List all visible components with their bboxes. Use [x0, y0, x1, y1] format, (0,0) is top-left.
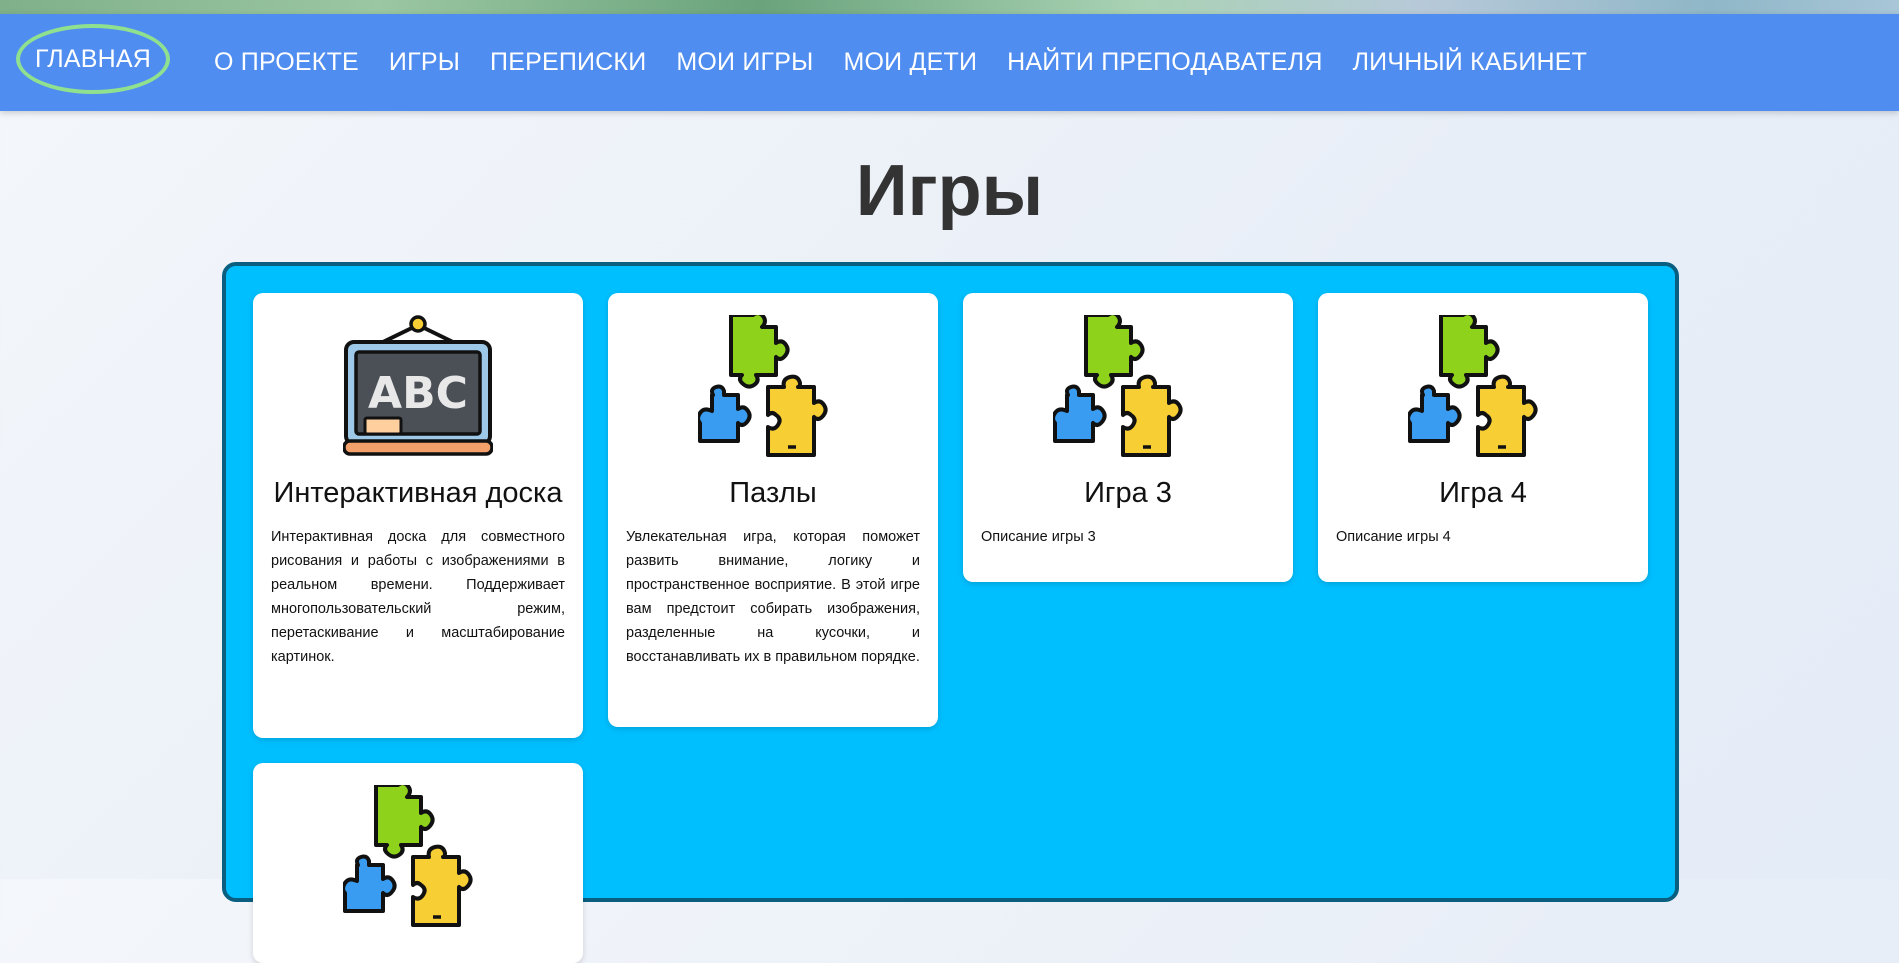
- games-grid: ABC Интерактивная доска Интерактивная до…: [222, 262, 1679, 963]
- game-card-5[interactable]: [253, 763, 583, 963]
- game-card-description: Интерактивная доска для совместного рисо…: [271, 529, 565, 665]
- nav-messages-link[interactable]: ПЕРЕПИСКИ: [490, 48, 646, 77]
- game-card-title: Интерактивная доска: [273, 477, 563, 509]
- puzzle-pieces-icon: [698, 315, 828, 457]
- nav-my-games-link[interactable]: МОИ ИГРЫ: [676, 48, 813, 77]
- main-navbar: ГЛАВНАЯ О ПРОЕКТЕ ИГРЫ ПЕРЕПИСКИ МОИ ИГР…: [0, 14, 1899, 111]
- nav-my-children-link[interactable]: МОИ ДЕТИ: [843, 48, 977, 77]
- puzzle-pieces-icon: [343, 785, 473, 927]
- puzzle-pieces-icon: [1408, 315, 1538, 457]
- page-title: Игры: [855, 151, 1044, 231]
- header-background-strip: [0, 0, 1899, 14]
- nav-about-link[interactable]: О ПРОЕКТЕ: [214, 48, 359, 77]
- game-card-4[interactable]: Игра 4 Описание игры 4: [1318, 293, 1648, 582]
- nav-home-link[interactable]: ГЛАВНАЯ: [16, 24, 170, 94]
- puzzle-pieces-icon: [1053, 315, 1183, 457]
- game-card-title: Игра 4: [1439, 477, 1527, 509]
- chalkboard-abc-icon: ABC: [343, 315, 493, 456]
- game-card-interactive-board[interactable]: ABC Интерактивная доска Интерактивная до…: [253, 293, 583, 738]
- game-card-title: Пазлы: [729, 477, 817, 509]
- game-card-puzzles[interactable]: Пазлы Увлекательная игра, которая поможе…: [608, 293, 938, 727]
- game-card-description: Описание игры 3: [981, 529, 1096, 545]
- game-card-description: Увлекательная игра, которая поможет разв…: [626, 529, 920, 665]
- nav-links: О ПРОЕКТЕ ИГРЫ ПЕРЕПИСКИ МОИ ИГРЫ МОИ ДЕ…: [214, 14, 1587, 111]
- game-card-description: Описание игры 4: [1336, 529, 1451, 545]
- game-card-3[interactable]: Игра 3 Описание игры 3: [963, 293, 1293, 582]
- nav-games-link[interactable]: ИГРЫ: [389, 48, 460, 77]
- nav-account-link[interactable]: ЛИЧНЫЙ КАБИНЕТ: [1353, 48, 1588, 77]
- game-card-title: Игра 3: [1084, 477, 1172, 509]
- svg-text:ABC: ABC: [368, 368, 468, 419]
- nav-find-teacher-link[interactable]: НАЙТИ ПРЕПОДАВАТЕЛЯ: [1007, 48, 1322, 77]
